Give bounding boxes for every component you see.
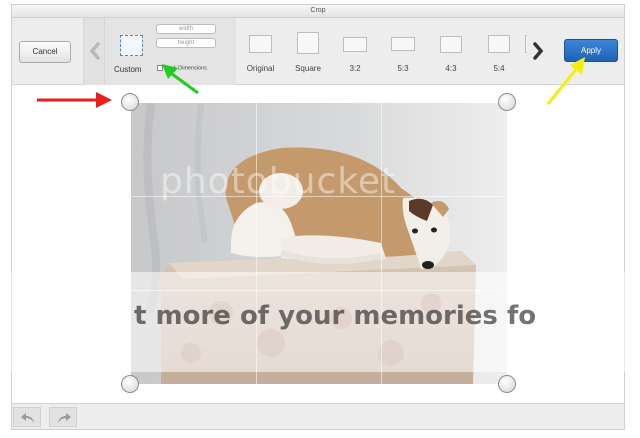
redo-button[interactable] bbox=[49, 407, 77, 427]
green-annotation-arrow-icon bbox=[162, 64, 199, 95]
preset-label: 5:3 bbox=[397, 64, 409, 73]
custom-label: Custom bbox=[114, 65, 142, 74]
undo-icon bbox=[21, 413, 34, 423]
preset-thumb bbox=[488, 35, 510, 53]
preset-label: Square bbox=[295, 64, 321, 73]
preset-label: 3:2 bbox=[349, 64, 361, 73]
cancel-button[interactable]: Cancel bbox=[19, 41, 71, 63]
preset-5-3[interactable]: 5:3 bbox=[379, 18, 427, 85]
preset-thumb bbox=[391, 37, 415, 51]
preset-thumb bbox=[297, 32, 319, 54]
crop-toolbar: Cancel Custom width height Lock Dimensio… bbox=[12, 18, 624, 85]
preset-original[interactable]: Original bbox=[236, 18, 285, 85]
undo-button[interactable] bbox=[13, 407, 41, 427]
preset-thumb bbox=[249, 35, 272, 53]
preset-thumb bbox=[343, 37, 367, 52]
watermark-banner-text: t more of your memories fo bbox=[134, 301, 537, 331]
preset-square[interactable]: Square bbox=[285, 18, 331, 85]
chevron-right-icon bbox=[533, 42, 544, 60]
yellow-annotation-arrow-icon bbox=[546, 57, 585, 105]
crop-dialog: Crop Cancel Custom width height Lock Dim… bbox=[1, 4, 640, 430]
crop-handle-top-left[interactable] bbox=[121, 93, 139, 111]
watermark-logo: photobucket bbox=[160, 161, 397, 202]
dialog-title: Crop bbox=[12, 5, 624, 18]
preset-label: Original bbox=[246, 64, 275, 73]
crop-handle-bottom-right[interactable] bbox=[498, 375, 516, 393]
preset-label: 5:4 bbox=[493, 64, 505, 73]
crop-canvas: photobucket t more of your memories fo bbox=[1, 85, 640, 403]
crop-handle-bottom-left[interactable] bbox=[121, 375, 139, 393]
scroll-presets-left-button[interactable] bbox=[83, 18, 105, 85]
chevron-left-icon bbox=[89, 42, 100, 60]
crop-handle-top-right[interactable] bbox=[498, 93, 516, 111]
preset-label: 4:3 bbox=[445, 64, 457, 73]
preset-5-4[interactable]: 5:4 bbox=[475, 18, 523, 85]
red-annotation-arrow-icon bbox=[37, 92, 112, 108]
history-bar bbox=[12, 403, 624, 429]
preset-thumb bbox=[440, 36, 462, 53]
preset-3-2[interactable]: 3:2 bbox=[331, 18, 379, 85]
preset-4-3[interactable]: 4:3 bbox=[427, 18, 475, 85]
width-input[interactable]: width bbox=[156, 24, 216, 34]
custom-crop-thumb bbox=[120, 35, 143, 56]
height-input[interactable]: height bbox=[156, 38, 216, 48]
redo-icon bbox=[58, 413, 71, 423]
